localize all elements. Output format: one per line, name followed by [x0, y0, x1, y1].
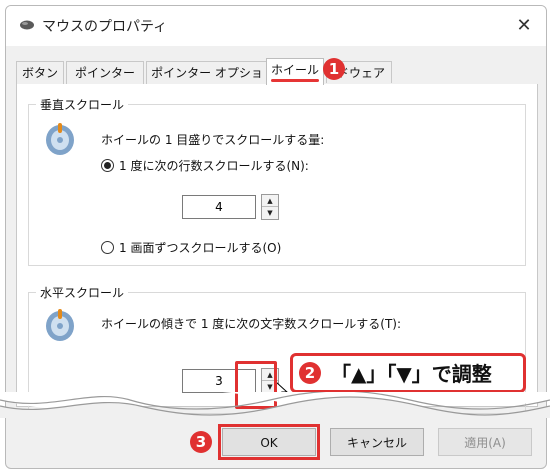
window-title: マウスのプロパティ — [42, 19, 168, 35]
radio-scroll-screen[interactable] — [101, 241, 114, 254]
callout-step-2: 2 — [299, 362, 321, 384]
spinner-up-icon[interactable]: ▲ — [262, 195, 278, 207]
callout-step-2-text: 「▲」「▼」で調整 — [331, 362, 492, 386]
mouse-wheel-icon — [46, 123, 74, 155]
spinner-down-icon[interactable]: ▼ — [262, 207, 278, 219]
horizontal-scroll-description: ホイールの傾きで 1 度に次の文字数スクロールする(T): — [101, 317, 402, 331]
callout-step-3: 3 — [190, 431, 212, 453]
tab-label: ボタン — [21, 66, 58, 80]
radio-scroll-lines[interactable] — [101, 159, 114, 172]
tab-strip: ボタン ポインター ポインター オプション ホイール ドウェア 1 — [16, 58, 536, 102]
callout-step-2-banner: 2 「▲」「▼」で調整 — [290, 353, 526, 393]
tab-label: ポインター — [74, 66, 135, 80]
group-title: 水平スクロール — [36, 284, 129, 301]
title-bar: マウスのプロパティ ✕ — [6, 6, 546, 46]
vertical-scroll-group: 垂直スクロール ホイールの 1 目盛りでスクロールする量: 1 度に次の行数スク… — [28, 96, 526, 266]
radio-scroll-lines-label[interactable]: 1 度に次の行数スクロールする(N): — [119, 157, 309, 174]
tab-underline-highlight — [271, 79, 319, 82]
mouse-wheel-icon — [46, 309, 74, 341]
tab-buttons[interactable]: ボタン — [16, 61, 64, 84]
tab-pointers[interactable]: ポインター — [66, 61, 144, 84]
lines-count-input[interactable]: 4 — [182, 195, 256, 219]
apply-button[interactable]: 適用(A) — [438, 428, 532, 456]
ok-button-highlight — [218, 424, 320, 460]
vertical-scroll-description: ホイールの 1 目盛りでスクロールする量: — [101, 133, 325, 147]
group-title: 垂直スクロール — [36, 96, 129, 113]
radio-scroll-screen-label[interactable]: 1 画面ずつスクロールする(O) — [119, 239, 281, 256]
mouse-app-icon — [20, 20, 34, 30]
tab-label: ホイール — [270, 63, 319, 77]
tab-wheel[interactable]: ホイール — [266, 58, 324, 85]
callout-step-1: 1 — [323, 58, 345, 80]
tab-pointer-options[interactable]: ポインター オプション — [146, 61, 268, 102]
lines-count-spinner[interactable]: ▲ ▼ — [261, 194, 279, 220]
cancel-button[interactable]: キャンセル — [330, 428, 424, 456]
close-icon[interactable]: ✕ — [514, 16, 534, 36]
torn-edge-divider — [0, 392, 550, 418]
